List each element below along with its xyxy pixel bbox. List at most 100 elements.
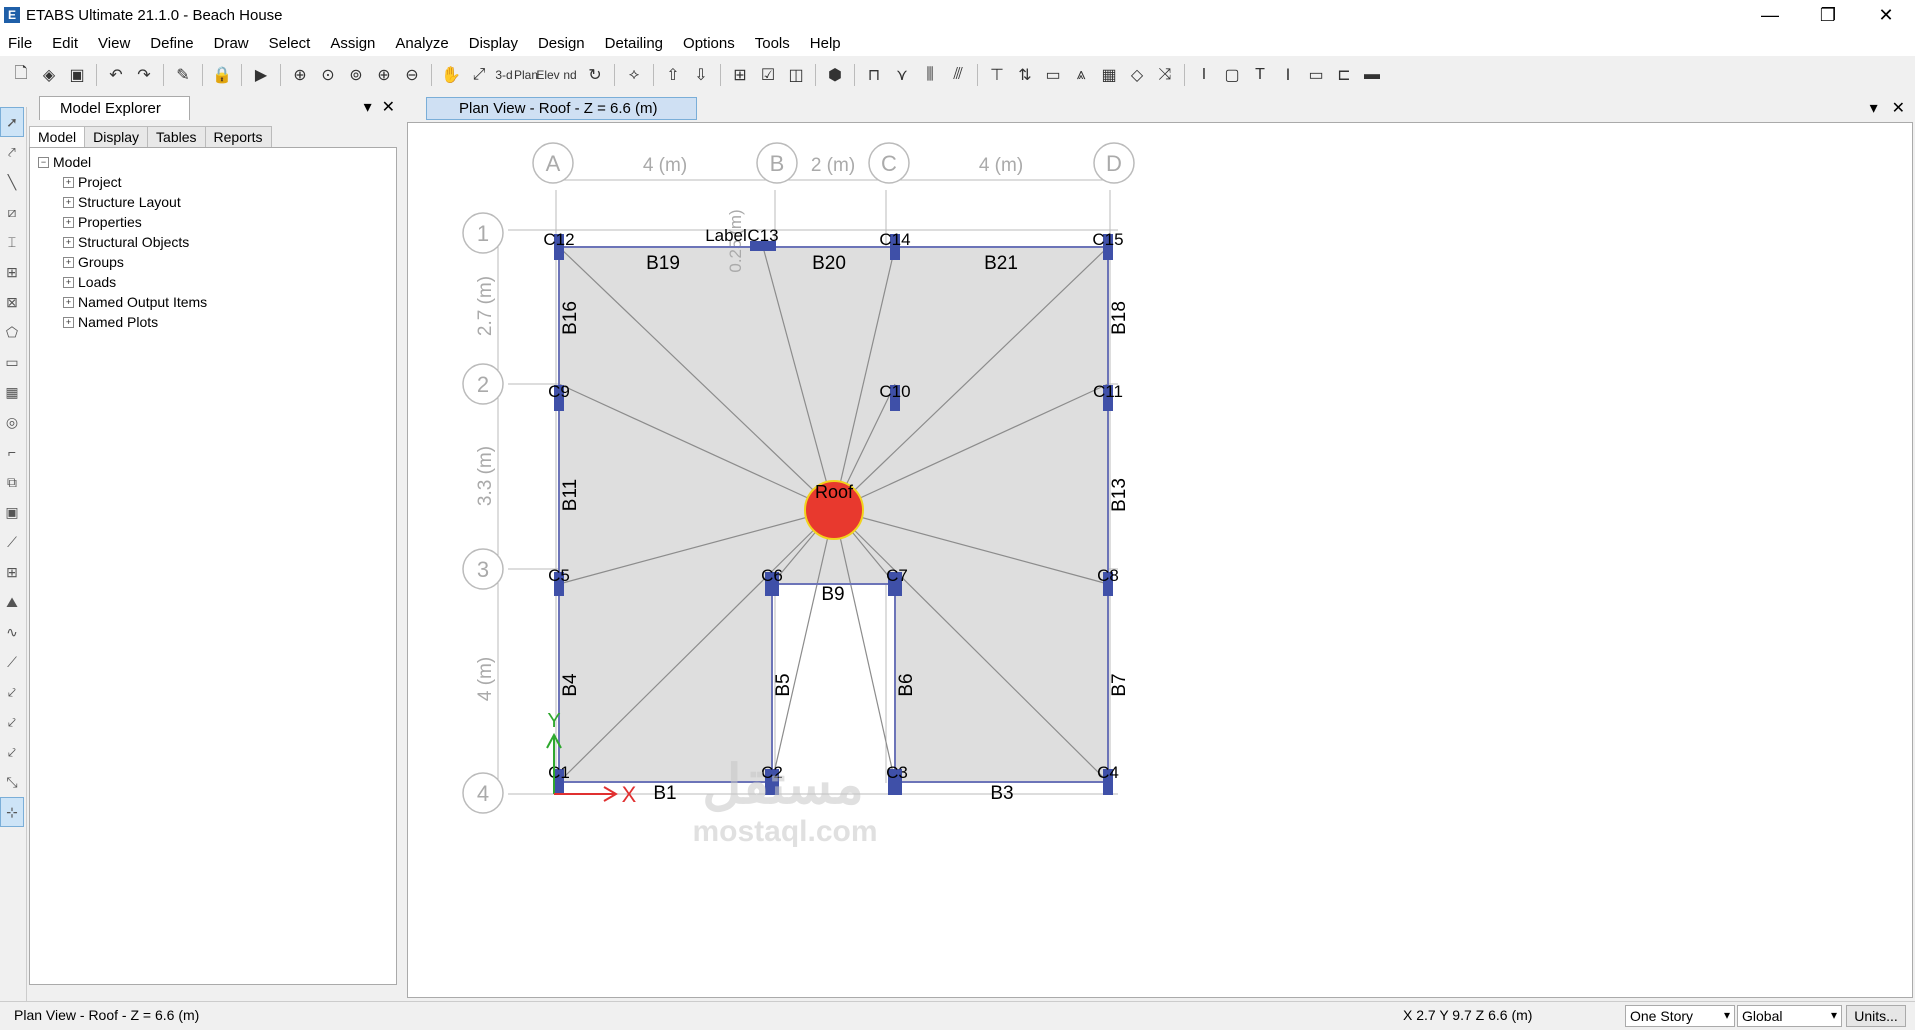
draw-tendon-icon[interactable]: ⛰	[0, 587, 24, 617]
expand-icon[interactable]: +	[63, 316, 74, 328]
run-analysis-icon[interactable]: ▶	[248, 61, 274, 89]
view-nd-button[interactable]: nd	[560, 61, 580, 89]
tree-root[interactable]: − Model	[38, 152, 388, 172]
expand-icon[interactable]: +	[63, 236, 74, 248]
draw-line-icon[interactable]: ╲	[0, 167, 24, 197]
draw-link-icon[interactable]: ⤨	[1152, 61, 1178, 89]
view-elev-button[interactable]: Elev	[536, 61, 559, 89]
expand-icon[interactable]: +	[63, 176, 74, 188]
draw-null-area-icon[interactable]: ◇	[1124, 61, 1150, 89]
draw-brace-icon[interactable]: ⋎	[889, 61, 915, 89]
perspective-icon[interactable]: ⟡	[621, 61, 647, 89]
draw-grid-tool-icon[interactable]: ⊞	[0, 257, 24, 287]
menu-detailing[interactable]: Detailing	[597, 35, 675, 52]
menu-help[interactable]: Help	[802, 35, 853, 52]
draw-wave-icon[interactable]: ∿	[0, 617, 24, 647]
draw-beam-icon[interactable]: ⫼	[917, 61, 943, 89]
view-plan-button[interactable]: Plan	[514, 61, 538, 89]
section-line-icon[interactable]: ▬	[1359, 61, 1385, 89]
draw-opening-icon[interactable]: ⩓	[1068, 61, 1094, 89]
draw-wall-tool-icon[interactable]: ⌐	[0, 437, 24, 467]
move-down-icon[interactable]: ⇩	[688, 61, 714, 89]
draw-column-icon[interactable]: ⊤	[984, 61, 1010, 89]
collapse-icon[interactable]: −	[38, 156, 49, 168]
section-box-icon[interactable]: ▢	[1219, 61, 1245, 89]
draw-circle-icon[interactable]: ◎	[0, 407, 24, 437]
view-close-icon[interactable]: ✕	[1892, 98, 1905, 118]
expand-icon[interactable]: +	[63, 196, 74, 208]
close-window-button[interactable]: ✕	[1857, 0, 1915, 30]
expand-icon[interactable]: +	[63, 216, 74, 228]
tree-item-properties[interactable]: + Properties	[38, 212, 388, 232]
draw-poly-area-icon[interactable]: ⬠	[0, 317, 24, 347]
zoom-restore-icon[interactable]: ⊙	[315, 61, 341, 89]
draw-secondary-beam-icon[interactable]: ⫻	[945, 61, 971, 89]
extrude-icon[interactable]: ⬢	[822, 61, 848, 89]
menu-design[interactable]: Design	[530, 35, 597, 52]
draw-opening-tool-icon[interactable]: ▣	[0, 497, 24, 527]
tree-item-loads[interactable]: + Loads	[38, 272, 388, 292]
move-up-icon[interactable]: ⇧	[660, 61, 686, 89]
plan-view-tab[interactable]: Plan View - Roof - Z = 6.6 (m)	[426, 97, 697, 120]
rotate-3d-icon[interactable]: ↻	[582, 61, 608, 89]
menu-assign[interactable]: Assign	[322, 35, 387, 52]
expand-icon[interactable]: +	[63, 256, 74, 268]
tree-item-structure-layout[interactable]: + Structure Layout	[38, 192, 388, 212]
draw-link-tool-icon[interactable]: ⟋	[0, 527, 24, 557]
open-file-icon[interactable]: ◈	[36, 61, 62, 89]
draw-rect-area-icon[interactable]: ▭	[0, 347, 24, 377]
pan-icon[interactable]: ✋	[438, 61, 464, 89]
menu-options[interactable]: Options	[675, 35, 747, 52]
draw-dimension-icon[interactable]: ⟋	[0, 647, 24, 677]
draw-cross-tool-icon[interactable]: ⊠	[0, 287, 24, 317]
story-select[interactable]: One Story ▾	[1625, 1005, 1735, 1027]
select-all-icon[interactable]: ⤦	[0, 677, 24, 707]
snap-options-icon[interactable]: ⊹	[0, 797, 24, 827]
section-i-icon[interactable]: I	[1191, 61, 1217, 89]
select-pointer-icon[interactable]: ➚	[0, 107, 24, 137]
previous-select-icon[interactable]: ⤦	[0, 707, 24, 737]
pencil-icon[interactable]: ✎	[170, 61, 196, 89]
lock-icon[interactable]: 🔒	[209, 61, 235, 89]
zoom-window-icon[interactable]: ⊕	[287, 61, 313, 89]
menu-analyze[interactable]: Analyze	[387, 35, 460, 52]
redo-icon[interactable]: ↷	[131, 61, 157, 89]
plan-drawing[interactable]: A B C D 1 2 3 4 4 (m) 2 (m) 4 (m) 2.7 (m…	[408, 123, 1913, 998]
zoom-in-icon[interactable]: ⊕	[371, 61, 397, 89]
menu-draw[interactable]: Draw	[206, 35, 261, 52]
section-channel-icon[interactable]: ⊏	[1331, 61, 1357, 89]
tree-item-structural-objects[interactable]: + Structural Objects	[38, 232, 388, 252]
menu-display[interactable]: Display	[461, 35, 530, 52]
tree-item-named-plots[interactable]: + Named Plots	[38, 312, 388, 332]
coord-system-select[interactable]: Global ▾	[1737, 1005, 1842, 1027]
expand-icon[interactable]: +	[63, 276, 74, 288]
draw-column-tool-icon[interactable]: ⌶	[0, 227, 24, 257]
restore-button[interactable]: ❐	[1799, 0, 1857, 30]
view-3d-button[interactable]: 3-d	[494, 61, 514, 89]
menu-define[interactable]: Define	[142, 35, 205, 52]
tab-display[interactable]: Display	[84, 126, 149, 147]
tree-item-groups[interactable]: + Groups	[38, 252, 388, 272]
section-t-icon[interactable]: T	[1247, 61, 1273, 89]
units-button[interactable]: Units...	[1846, 1005, 1906, 1027]
menu-tools[interactable]: Tools	[747, 35, 802, 52]
panel-dropdown-icon[interactable]: ▾	[364, 97, 372, 117]
tab-reports[interactable]: Reports	[204, 126, 272, 147]
object-shrink-icon[interactable]: ⊞	[727, 61, 753, 89]
expand-icon[interactable]: +	[63, 296, 74, 308]
menu-file[interactable]: File	[0, 35, 44, 52]
tree-item-project[interactable]: + Project	[38, 172, 388, 192]
draw-area-icon[interactable]: ▦	[1096, 61, 1122, 89]
tab-tables[interactable]: Tables	[147, 126, 206, 147]
undo-icon[interactable]: ↶	[103, 61, 129, 89]
model-canvas[interactable]: A B C D 1 2 3 4 4 (m) 2 (m) 4 (m) 2.7 (m…	[407, 122, 1913, 998]
panel-close-icon[interactable]: ✕	[382, 97, 395, 117]
minimize-button[interactable]: —	[1741, 0, 1799, 30]
menu-edit[interactable]: Edit	[44, 35, 90, 52]
draw-frame-icon[interactable]: ⊓	[861, 61, 887, 89]
zoom-out-icon[interactable]: ⊖	[399, 61, 425, 89]
quick-draw-area-icon[interactable]: ▦	[0, 377, 24, 407]
set-display-options-icon[interactable]: ☑	[755, 61, 781, 89]
tab-model[interactable]: Model	[29, 126, 86, 147]
clear-select-icon[interactable]: ⤦	[0, 737, 24, 767]
